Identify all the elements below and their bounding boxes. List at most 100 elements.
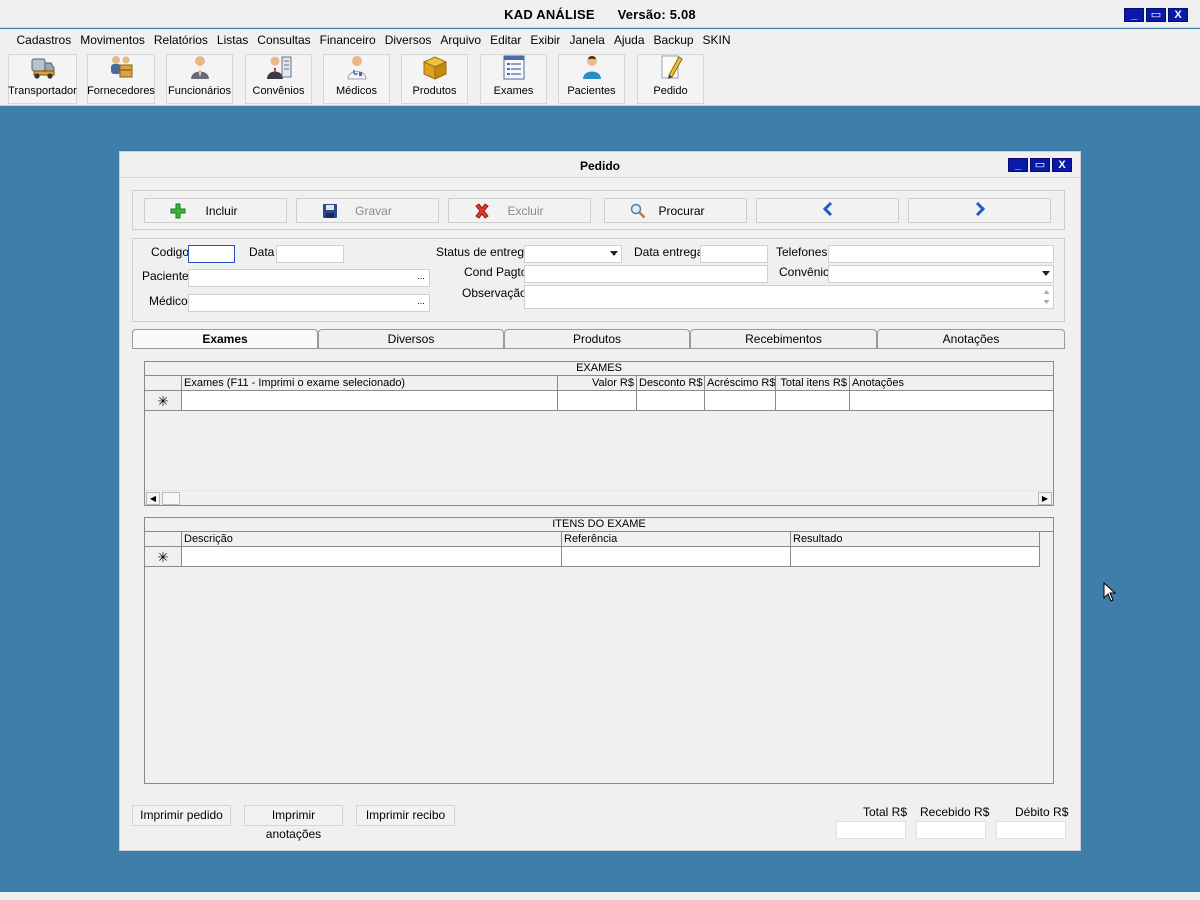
itens-exame-grid[interactable]: ITENS DO EXAME Descrição Referência Resu… — [144, 517, 1054, 784]
toolbar-produtos-button[interactable]: Produtos — [401, 54, 468, 104]
table-cell[interactable] — [181, 547, 561, 566]
scroll-left-icon[interactable]: ◀ — [146, 492, 160, 505]
table-row-new[interactable]: ✳ — [145, 547, 1040, 567]
table-cell[interactable] — [775, 391, 849, 410]
data-entrega-input[interactable] — [700, 245, 768, 263]
data-input[interactable] — [276, 245, 344, 263]
scrollbar-thumb[interactable] — [162, 492, 180, 505]
toolbar-convenios-label: Convênios — [252, 85, 305, 97]
pedido-maximize-button[interactable]: ▭ — [1030, 158, 1050, 172]
toolbar-convenios-button[interactable]: Convênios — [245, 54, 312, 104]
table-cell[interactable] — [636, 391, 704, 410]
exames-grid[interactable]: EXAMES Exames (F11 - Imprimi o exame sel… — [144, 361, 1054, 506]
pedido-close-button[interactable]: X — [1052, 158, 1072, 172]
chevron-down-icon — [1042, 271, 1050, 276]
tab-produtos[interactable]: Produtos — [504, 329, 690, 349]
tab-diversos[interactable]: Diversos — [318, 329, 504, 349]
list-icon — [500, 53, 528, 81]
pencil-icon — [657, 53, 685, 81]
convenio-select[interactable] — [828, 265, 1054, 283]
observacao-input[interactable] — [524, 285, 1054, 309]
gravar-button[interactable]: Gravar — [296, 198, 439, 223]
cond-pagto-input[interactable] — [524, 265, 768, 283]
menu-diversos[interactable]: Diversos — [380, 33, 436, 47]
tab-recebimentos[interactable]: Recebimentos — [690, 329, 877, 349]
table-cell[interactable] — [181, 391, 557, 410]
scroll-right-icon[interactable]: ▶ — [1038, 492, 1052, 505]
status-entrega-select[interactable] — [524, 245, 622, 263]
menu-exibir[interactable]: Exibir — [526, 33, 565, 47]
column-header-total-itens[interactable]: Total itens R$ — [775, 376, 849, 391]
medico-input[interactable]: ... — [188, 294, 430, 312]
menu-consultas[interactable]: Consultas — [253, 33, 315, 47]
paciente-input[interactable]: ... — [188, 269, 430, 287]
excluir-button[interactable]: Excluir — [448, 198, 591, 223]
observacao-label: Observação — [462, 286, 527, 300]
column-header-valor[interactable]: Valor R$ — [557, 376, 636, 391]
toolbar-exames-button[interactable]: Exames — [480, 54, 547, 104]
column-header-descricao[interactable]: Descrição — [181, 532, 561, 547]
patient-icon — [578, 53, 606, 81]
medico-lookup-button[interactable]: ... — [414, 296, 428, 310]
procurar-button[interactable]: Procurar — [604, 198, 747, 223]
paciente-lookup-button[interactable]: ... — [414, 271, 428, 285]
menu-ajuda[interactable]: Ajuda — [609, 33, 649, 47]
toolbar-pedido-button[interactable]: Pedido — [637, 54, 704, 104]
pedido-title: Pedido — [579, 159, 620, 173]
spin-arrows-icon — [1043, 290, 1050, 304]
paciente-label: Paciente — [142, 269, 189, 283]
menu-relatorios[interactable]: Relatórios — [149, 33, 212, 47]
toolbar-medicos-label: Médicos — [336, 85, 377, 97]
previous-record-button[interactable] — [756, 198, 899, 223]
tab-anotacoes[interactable]: Anotações — [877, 329, 1065, 349]
toolbar-exames-label: Exames — [493, 85, 534, 97]
pedido-minimize-button[interactable]: _ — [1008, 158, 1028, 172]
menu-editar[interactable]: Editar — [486, 33, 526, 47]
tab-exames[interactable]: Exames — [132, 329, 318, 349]
column-header-exames[interactable]: Exames (F11 - Imprimi o exame selecionad… — [181, 376, 557, 391]
toolbar-fornecedores-button[interactable]: Fornecedores — [87, 54, 155, 104]
debito-value — [996, 821, 1066, 839]
menu-arquivo[interactable]: Arquivo — [436, 33, 486, 47]
imprimir-recibo-button[interactable]: Imprimir recibo — [356, 805, 455, 826]
toolbar-medicos-button[interactable]: Médicos — [323, 54, 390, 104]
next-record-button[interactable] — [908, 198, 1051, 223]
incluir-button[interactable]: Incluir — [144, 198, 287, 223]
recebido-label: Recebido R$ — [920, 805, 990, 819]
column-header-referencia[interactable]: Referência — [561, 532, 790, 547]
table-cell[interactable] — [561, 547, 790, 566]
codigo-input[interactable] — [188, 245, 235, 263]
suppliers-icon — [107, 53, 135, 81]
imprimir-anotacoes-button[interactable]: Imprimir anotações — [244, 805, 343, 841]
column-header-desconto[interactable]: Desconto R$ — [636, 376, 704, 391]
menu-skin[interactable]: SKIN — [698, 33, 735, 47]
menu-cadastros[interactable]: Cadastros — [12, 33, 76, 47]
app-minimize-button[interactable]: _ — [1124, 8, 1144, 22]
table-cell[interactable] — [704, 391, 775, 410]
menu-financeiro[interactable]: Financeiro — [315, 33, 380, 47]
telefones-input[interactable] — [828, 245, 1054, 263]
column-header-anotacoes[interactable]: Anotações — [849, 376, 1053, 391]
toolbar-fornecedores-label: Fornecedores — [87, 85, 155, 97]
table-row-new[interactable]: ✳ — [145, 391, 1053, 411]
app-close-button[interactable]: X — [1168, 8, 1188, 22]
imprimir-pedido-button[interactable]: Imprimir pedido — [132, 805, 231, 826]
app-maximize-button[interactable]: ▭ — [1146, 8, 1166, 22]
debito-label: Débito R$ — [1015, 805, 1069, 819]
magnifier-icon — [629, 202, 647, 220]
menu-listas[interactable]: Listas — [212, 33, 252, 47]
toolbar-funcionarios-button[interactable]: Funcionários — [166, 54, 233, 104]
table-cell[interactable] — [790, 547, 1040, 566]
table-cell[interactable] — [557, 391, 636, 410]
toolbar-transportador-button[interactable]: Transportador — [8, 54, 77, 104]
horizontal-scrollbar[interactable]: ◀ ▶ — [145, 490, 1053, 505]
toolbar-transportador-label: Transportador — [8, 85, 77, 97]
column-header-acrescimo[interactable]: Acréscimo R$ — [704, 376, 775, 391]
table-cell[interactable] — [849, 391, 1053, 410]
menu-movimentos[interactable]: Movimentos — [76, 33, 150, 47]
truck-icon — [29, 53, 57, 81]
column-header-resultado[interactable]: Resultado — [790, 532, 1040, 547]
toolbar-pacientes-button[interactable]: Pacientes — [558, 54, 625, 104]
menu-janela[interactable]: Janela — [565, 33, 609, 47]
menu-backup[interactable]: Backup — [649, 33, 698, 47]
